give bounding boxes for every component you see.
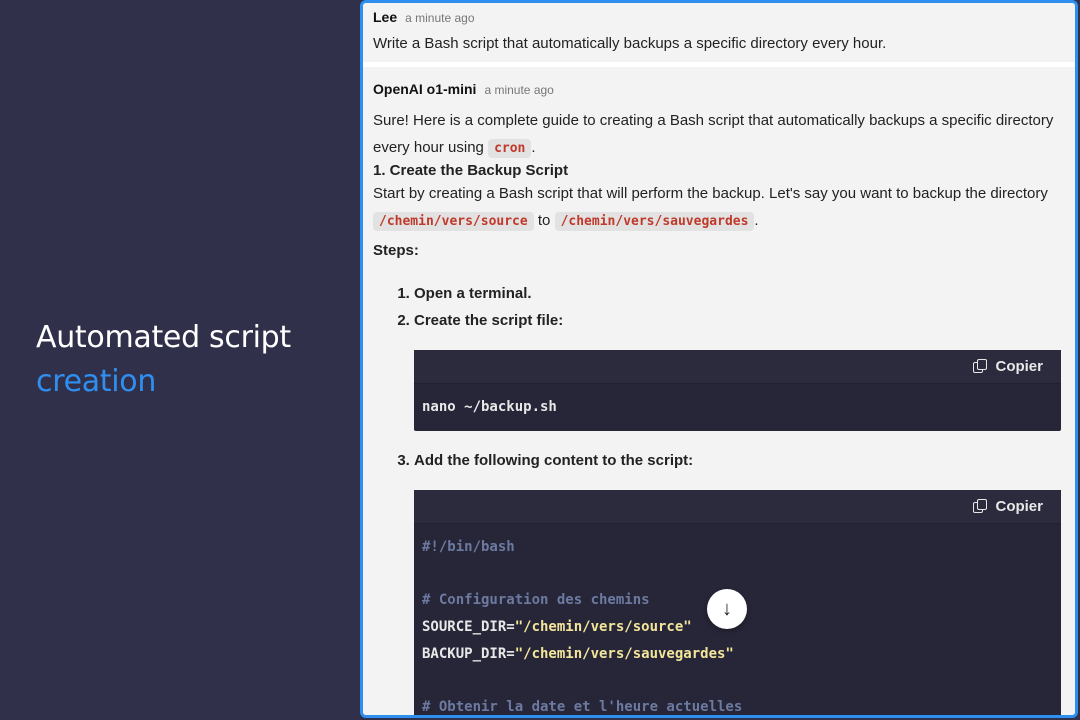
code-var: SOURCE_DIR= <box>422 618 515 635</box>
step-item: Create the script file: Copier nano ~/ba… <box>414 307 1065 431</box>
user-message-text: Write a Bash script that automatically b… <box>373 35 887 52</box>
bot-intro: Sure! Here is a complete guide to creati… <box>373 107 1065 162</box>
chat-panel: Lee a minute ago Write a Bash script tha… <box>360 0 1078 718</box>
step-item: Open a terminal. <box>414 280 1065 307</box>
step-text: Create the script file: <box>414 312 564 329</box>
code-header: Copier <box>414 489 1061 524</box>
user-author: Lee <box>373 9 398 25</box>
code-comment: # Configuration des chemins <box>422 592 650 609</box>
step-text: Add the following content to the script: <box>414 451 694 469</box>
inline-code-source: /chemin/vers/source <box>373 212 534 231</box>
scroll-down-button[interactable]: ↓ <box>707 589 747 629</box>
intro-text: Sure! Here is a complete guide to creati… <box>373 112 1054 156</box>
para-text: Start by creating a Bash script that wil… <box>373 185 1048 202</box>
user-timestamp: a minute ago <box>405 11 475 25</box>
promo-line1: Automated script <box>36 320 291 355</box>
bot-paragraph: Start by creating a Bash script that wil… <box>373 180 1065 235</box>
copy-button[interactable]: Copier <box>995 493 1043 520</box>
inline-code-cron: cron <box>488 139 532 158</box>
user-message: Lee a minute ago Write a Bash script tha… <box>363 3 1075 67</box>
steps-label: Steps: <box>373 242 419 259</box>
code-comment: # Obtenir la date et l'heure actuelles <box>422 698 743 715</box>
code-block: Copier nano ~/backup.sh <box>414 350 1061 431</box>
copy-icon[interactable] <box>973 498 988 514</box>
promo-line2: creation <box>36 364 157 399</box>
inline-code-backup: /chemin/vers/sauvegardes <box>554 212 755 231</box>
intro-end: . <box>531 139 536 156</box>
bot-author: OpenAI o1-mini <box>373 81 477 97</box>
arrow-down-icon: ↓ <box>722 597 732 620</box>
steps-list: Open a terminal. Create the script file:… <box>373 280 1065 715</box>
copy-button[interactable]: Copier <box>995 353 1043 380</box>
code-var: BACKUP_DIR= <box>422 645 515 662</box>
code-content: nano ~/backup.sh <box>422 399 557 415</box>
code-string: "/chemin/vers/sauvegardes" <box>514 645 734 662</box>
bot-timestamp: a minute ago <box>484 83 554 97</box>
para-end: . <box>754 212 759 229</box>
code-shebang: #!/bin/bash <box>422 538 515 555</box>
para-to: to <box>533 212 555 229</box>
section-heading: 1. Create the Backup Script <box>373 162 569 179</box>
step-text: Open a terminal. <box>414 285 532 302</box>
promo-text: Automated script creation <box>36 316 291 404</box>
step-item: Add the following content to the script:… <box>414 447 1065 715</box>
code-header: Copier <box>414 350 1061 384</box>
code-string: "/chemin/vers/source" <box>514 618 692 635</box>
copy-icon[interactable] <box>973 359 988 374</box>
